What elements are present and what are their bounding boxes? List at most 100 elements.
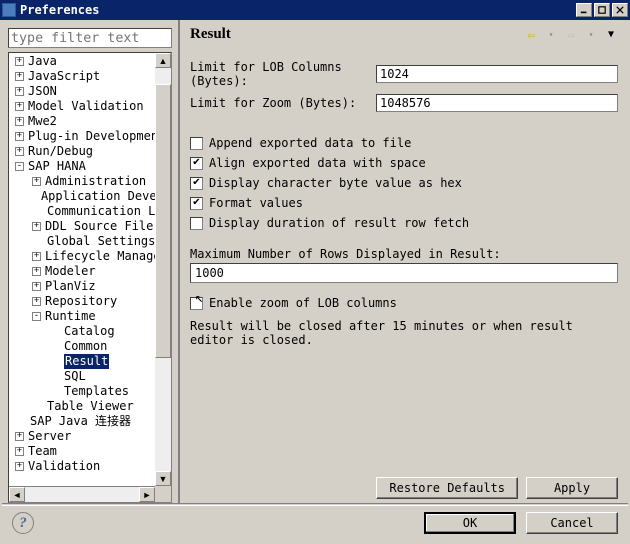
align-checkbox[interactable] <box>190 157 203 170</box>
minimize-button[interactable] <box>576 3 592 17</box>
expand-icon[interactable]: + <box>32 222 41 231</box>
scroll-up-button[interactable]: ▲ <box>155 53 171 68</box>
window-title: Preferences <box>20 3 576 17</box>
filter-input[interactable] <box>8 28 172 48</box>
expand-icon[interactable]: + <box>32 282 41 291</box>
collapse-icon[interactable]: - <box>15 162 24 171</box>
tree-item[interactable]: -SAP HANA <box>9 159 171 174</box>
ok-button[interactable]: OK <box>424 512 516 534</box>
tree-item[interactable]: +JavaScript <box>9 69 171 84</box>
expand-icon[interactable]: + <box>15 57 24 66</box>
footer: ? OK Cancel <box>2 503 628 542</box>
forward-icon[interactable]: ⇨ <box>564 28 578 42</box>
expand-icon[interactable]: + <box>15 117 24 126</box>
scroll-left-button[interactable]: ◄ <box>9 487 25 502</box>
expand-icon[interactable]: + <box>32 252 41 261</box>
expand-icon[interactable]: + <box>15 447 24 456</box>
tree-item[interactable]: + PlanViz <box>9 279 171 294</box>
lob-limit-input[interactable] <box>376 65 618 83</box>
expand-icon[interactable]: + <box>15 147 24 156</box>
maxrows-input[interactable] <box>190 263 618 283</box>
expand-icon[interactable]: + <box>15 72 24 81</box>
close-button[interactable] <box>612 3 628 17</box>
expand-icon[interactable]: + <box>15 432 24 441</box>
tree-item-label: Global Settings <box>47 234 155 249</box>
tree-item[interactable]: SAP Java 连接器 <box>9 414 171 429</box>
expand-icon[interactable]: + <box>32 177 41 186</box>
apply-button[interactable]: Apply <box>526 477 618 499</box>
back-drop-icon[interactable]: ▾ <box>544 28 558 42</box>
tree-item-label: Communication Log <box>47 204 170 219</box>
tree-item[interactable]: + Lifecycle Manageme <box>9 249 171 264</box>
scroll-down-button[interactable]: ▼ <box>155 471 171 486</box>
expand-icon[interactable]: + <box>32 267 41 276</box>
vertical-scrollbar[interactable]: ▲ ▼ <box>155 53 171 486</box>
tree-item-label: SAP Java 连接器 <box>30 414 131 429</box>
expand-icon[interactable]: + <box>15 87 24 96</box>
tree-item[interactable]: Global Settings <box>9 234 171 249</box>
tree-item[interactable]: +Model Validation <box>9 99 171 114</box>
maximize-button[interactable] <box>594 3 610 17</box>
tree-item-label: Run/Debug <box>28 144 93 159</box>
tree-item[interactable]: SQL <box>9 369 171 384</box>
tree-item-label: JSON <box>28 84 57 99</box>
tree-item-label: Catalog <box>64 324 115 339</box>
tree-item-label: Templates <box>64 384 129 399</box>
expand-icon[interactable]: + <box>15 132 24 141</box>
tree-item[interactable]: + Validation <box>9 459 171 474</box>
tree-item[interactable]: Result <box>9 354 171 369</box>
tree-item[interactable]: Catalog <box>9 324 171 339</box>
tree-item-label: Application Develo <box>41 189 171 204</box>
tree-item[interactable]: + Plug-in Development <box>9 129 171 144</box>
tree-item[interactable]: Table Viewer <box>9 399 171 414</box>
tree-item[interactable]: + Server <box>9 429 171 444</box>
tree-item[interactable]: + Run/Debug <box>9 144 171 159</box>
duration-label: Display duration of result row fetch <box>209 216 469 230</box>
tree-item-label: Common <box>64 339 107 354</box>
zoom-limit-input[interactable] <box>376 94 618 112</box>
menu-drop-icon[interactable]: ▼ <box>604 28 618 42</box>
preferences-tree[interactable]: +Java+JavaScript+JSON+Model Validation+M… <box>9 53 171 475</box>
tree-item-label: PlanViz <box>45 279 96 294</box>
help-button[interactable]: ? <box>12 512 34 534</box>
tree-item[interactable]: Common <box>9 339 171 354</box>
tree-item-label: Server <box>28 429 71 444</box>
horizontal-scrollbar[interactable]: ◄ ► <box>9 486 155 502</box>
tree-item-label: Validation <box>28 459 100 474</box>
back-icon[interactable]: ⇦ <box>524 28 538 42</box>
tree-item[interactable]: +Team <box>9 444 171 459</box>
tree-item[interactable]: +Mwe2 <box>9 114 171 129</box>
hex-checkbox[interactable] <box>190 177 203 190</box>
tree-item[interactable]: Communication Log <box>9 204 171 219</box>
page-title: Result <box>190 26 231 43</box>
append-checkbox[interactable] <box>190 137 203 150</box>
expand-icon[interactable]: + <box>32 297 41 306</box>
title-bar: Preferences <box>0 0 630 20</box>
restore-defaults-button[interactable]: Restore Defaults <box>376 477 518 499</box>
tree-item-label: Administration <box>45 174 146 189</box>
collapse-icon[interactable]: - <box>32 312 41 321</box>
enable-zoom-checkbox[interactable] <box>190 297 203 310</box>
align-label: Align exported data with space <box>209 156 426 170</box>
tree-item[interactable]: Application Develo <box>9 189 171 204</box>
tree-item[interactable]: + Administration <box>9 174 171 189</box>
tree-item-label: Runtime <box>45 309 96 324</box>
tree-item-label: Lifecycle Manageme <box>45 249 172 264</box>
cancel-button[interactable]: Cancel <box>526 512 618 534</box>
scroll-thumb[interactable] <box>155 84 171 358</box>
expand-icon[interactable]: + <box>15 462 24 471</box>
tree-item-label: Plug-in Development <box>28 129 165 144</box>
expand-icon[interactable]: + <box>15 102 24 111</box>
tree-item[interactable]: -Runtime <box>9 309 171 324</box>
tree-item[interactable]: +DDL Source File Ed <box>9 219 171 234</box>
scroll-right-button[interactable]: ► <box>139 487 155 502</box>
format-checkbox[interactable] <box>190 197 203 210</box>
tree-item[interactable]: +Java <box>9 54 171 69</box>
duration-checkbox[interactable] <box>190 217 203 230</box>
tree-item[interactable]: Templates <box>9 384 171 399</box>
tree-item[interactable]: + JSON <box>9 84 171 99</box>
tree-item[interactable]: +Repository <box>9 294 171 309</box>
content-pane: Result ⇦ ▾ ⇨ ▾ ▼ Limit for LOB Columns (… <box>180 20 628 503</box>
tree-item[interactable]: +Modeler <box>9 264 171 279</box>
forward-drop-icon[interactable]: ▾ <box>584 28 598 42</box>
